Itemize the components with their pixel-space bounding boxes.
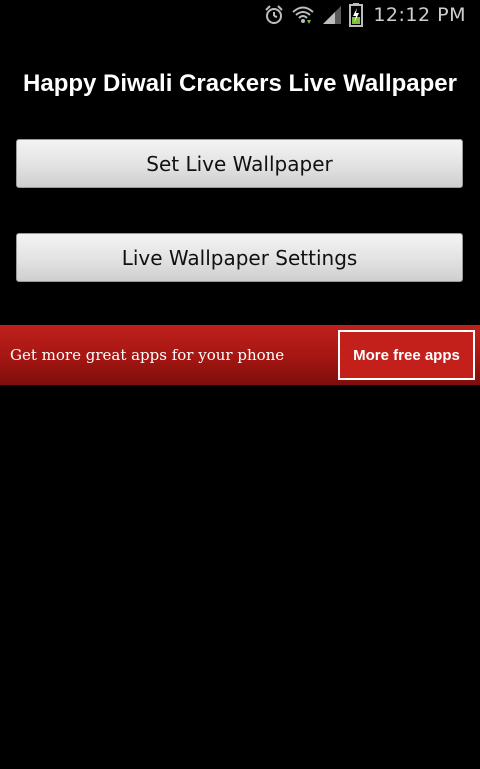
- status-bar: 12:12 PM: [0, 0, 480, 30]
- live-wallpaper-settings-button[interactable]: Live Wallpaper Settings: [16, 233, 463, 282]
- app-title: Happy Diwali Crackers Live Wallpaper: [23, 70, 457, 97]
- more-free-apps-button[interactable]: More free apps: [338, 330, 475, 380]
- alarm-clock-icon: [263, 4, 285, 26]
- status-time: 12:12 PM: [373, 4, 466, 26]
- battery-charging-icon: [349, 3, 364, 27]
- signal-icon: [321, 4, 343, 26]
- ad-text: Get more great apps for your phone: [10, 346, 285, 364]
- set-live-wallpaper-button[interactable]: Set Live Wallpaper: [16, 139, 463, 188]
- wifi-icon: [291, 4, 315, 26]
- ad-banner[interactable]: Get more great apps for your phone More …: [0, 325, 480, 385]
